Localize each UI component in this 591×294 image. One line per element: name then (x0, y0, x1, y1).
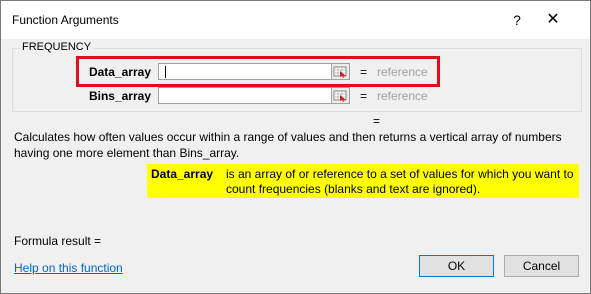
title-bar: Function Arguments ? ✕ (1, 1, 590, 39)
cancel-button[interactable]: Cancel (504, 255, 579, 277)
bins-array-equals: = (360, 89, 368, 103)
argument-help-box: Data_array is an array of or reference t… (147, 164, 579, 198)
close-icon[interactable]: ✕ (542, 10, 564, 30)
bins-array-input[interactable] (158, 87, 350, 104)
bins-array-label: Bins_array (88, 89, 151, 103)
data-array-highlight-box (76, 56, 440, 87)
function-name-label: FREQUENCY (20, 41, 94, 53)
function-arguments-dialog: Function Arguments ? ✕ FREQUENCY Data_ar… (0, 0, 591, 294)
bins-array-result: reference (377, 89, 428, 103)
formula-result: Formula result = (14, 234, 102, 248)
help-icon[interactable]: ? (507, 10, 527, 30)
argument-help-text: is an array of or reference to a set of … (226, 167, 574, 196)
ok-button[interactable]: OK (419, 255, 494, 277)
dialog-title: Function Arguments (12, 13, 119, 27)
argument-help-name: Data_array (151, 167, 214, 181)
function-description: Calculates how often values occur within… (14, 130, 562, 160)
function-result-equals: = (373, 114, 381, 128)
range-select-icon[interactable] (331, 88, 349, 103)
help-on-function-link[interactable]: Help on this function (14, 261, 123, 275)
